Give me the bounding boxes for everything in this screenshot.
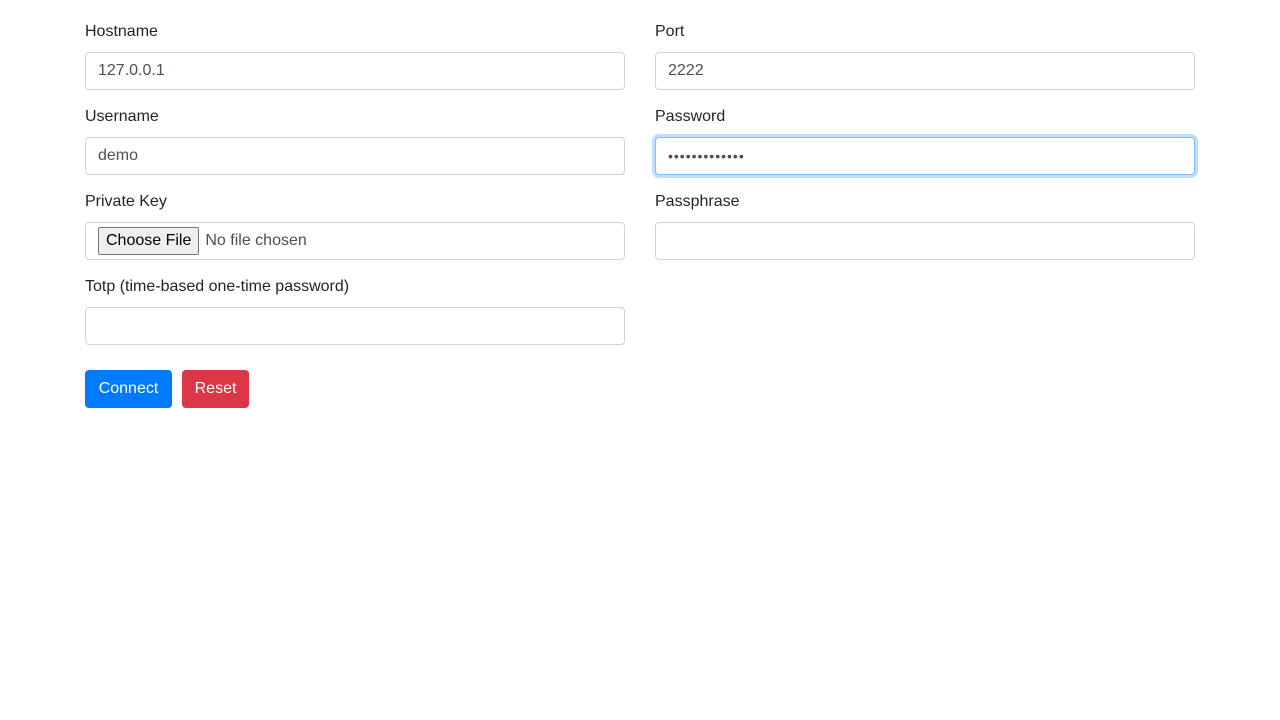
connect-button[interactable]: Connect xyxy=(85,370,172,408)
username-value: demo xyxy=(98,147,139,164)
password-input[interactable]: ••••••••••••• xyxy=(655,137,1195,175)
totp-label: Totp (time-based one-time password) xyxy=(85,278,350,295)
username-input[interactable]: demo xyxy=(85,137,625,175)
password-group: Password ••••••••••••• xyxy=(655,107,1195,175)
port-value: 2222 xyxy=(668,62,704,79)
private-key-group: Private Key Choose File No file chosen xyxy=(85,192,625,260)
hostname-value: 127.0.0.1 xyxy=(98,62,165,79)
hostname-group: Hostname 127.0.0.1 xyxy=(85,22,625,90)
file-status-text: No file chosen xyxy=(205,232,307,249)
username-label: Username xyxy=(85,108,159,125)
username-group: Username demo xyxy=(85,107,625,175)
passphrase-group: Passphrase xyxy=(655,192,1195,260)
password-masked-value: ••••••••••••• xyxy=(668,148,745,164)
hostname-label: Hostname xyxy=(85,23,158,40)
passphrase-input[interactable] xyxy=(655,222,1195,260)
port-input[interactable]: 2222 xyxy=(655,52,1195,90)
private-key-file-input: Choose File No file chosen xyxy=(85,222,625,260)
port-label: Port xyxy=(655,23,685,40)
reset-button[interactable]: Reset xyxy=(182,370,249,408)
password-label: Password xyxy=(655,108,726,125)
totp-input[interactable] xyxy=(85,307,625,345)
ssh-connection-form: Hostname 127.0.0.1 Port 2222 Username de… xyxy=(0,0,1280,720)
totp-group: Totp (time-based one-time password) xyxy=(85,277,625,345)
hostname-input[interactable]: 127.0.0.1 xyxy=(85,52,625,90)
choose-file-button[interactable]: Choose File xyxy=(98,227,200,255)
passphrase-label: Passphrase xyxy=(655,193,740,210)
port-group: Port 2222 xyxy=(655,22,1195,90)
private-key-label: Private Key xyxy=(85,193,167,210)
